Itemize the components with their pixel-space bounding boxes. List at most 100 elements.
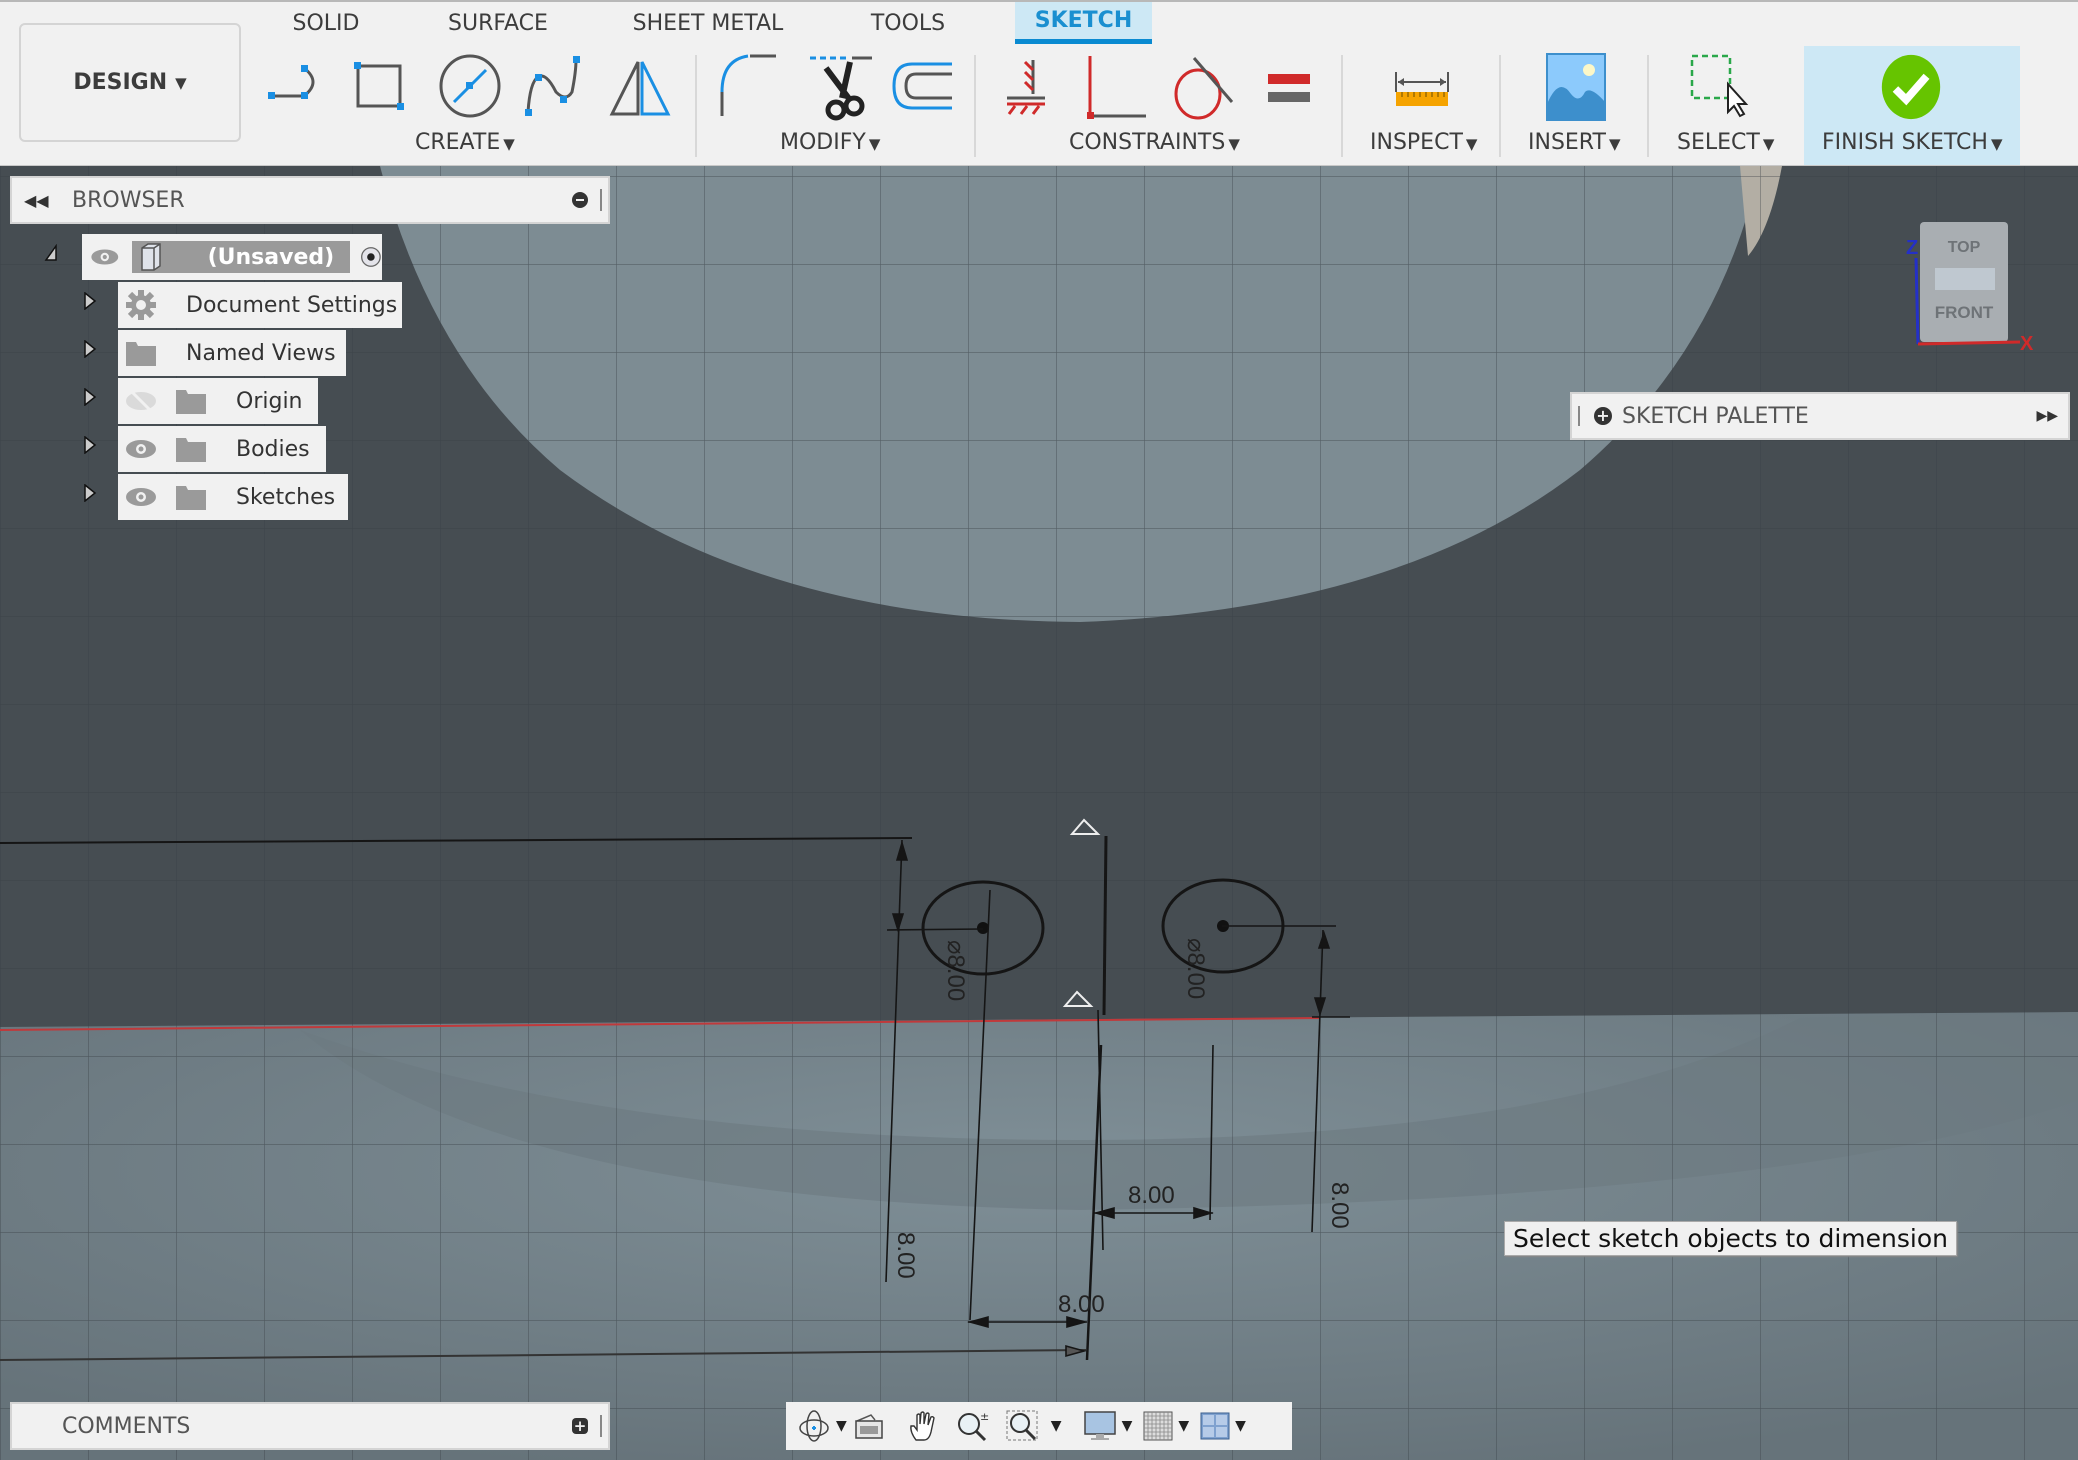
- viewcube[interactable]: TOP FRONT Z X: [1900, 218, 2040, 358]
- tab-solid[interactable]: SOLID: [274, 2, 378, 44]
- eye-icon[interactable]: [88, 245, 122, 269]
- trim-tool[interactable]: [806, 52, 878, 124]
- select-tool[interactable]: [1686, 52, 1758, 124]
- spline-tool[interactable]: [520, 52, 592, 124]
- orbit-icon: [799, 1410, 829, 1442]
- equal-constraint-tool[interactable]: [1254, 52, 1326, 124]
- browser-item-sketches[interactable]: Sketches: [118, 474, 348, 520]
- modify-menu[interactable]: MODIFY ▼: [780, 130, 880, 155]
- constraints-menu[interactable]: CONSTRAINTS ▼: [1069, 130, 1240, 155]
- inspect-menu[interactable]: INSPECT ▼: [1370, 130, 1477, 155]
- sketch-line-center[interactable]: [1102, 835, 1108, 1016]
- sketch-palette-header[interactable]: + SKETCH PALETTE ▶▶: [1570, 392, 2070, 440]
- root-label: (Unsaved): [207, 244, 335, 270]
- ruler-icon: [1395, 72, 1449, 106]
- chevron-down-icon: ▼: [175, 73, 187, 92]
- perpendicular-constraint-tool[interactable]: [1080, 52, 1152, 124]
- root-component[interactable]: (Unsaved): [131, 241, 351, 273]
- eye-icon[interactable]: [124, 484, 158, 510]
- select-menu[interactable]: SELECT ▼: [1677, 130, 1774, 155]
- panel-resize-handle[interactable]: [600, 189, 602, 211]
- separator: [1499, 55, 1501, 157]
- dimension-diameter-left[interactable]: ⌀8.00: [942, 940, 969, 1001]
- mirror-tool[interactable]: [606, 52, 678, 124]
- grid-settings-button[interactable]: [1142, 1406, 1174, 1446]
- insert-menu[interactable]: INSERT ▼: [1528, 130, 1620, 155]
- finish-sketch-button[interactable]: FINISH SKETCH ▼: [1804, 46, 2020, 165]
- browser-title: BROWSER: [72, 187, 185, 213]
- browser-item-named-views[interactable]: Named Views: [118, 330, 346, 376]
- browser-item-origin[interactable]: Origin: [118, 378, 318, 424]
- offset-tool[interactable]: [886, 52, 958, 124]
- expand-plus-icon[interactable]: +: [1594, 407, 1612, 425]
- browser-item-document-settings[interactable]: Document Settings: [118, 282, 402, 328]
- dimension-vertical-right[interactable]: 8.00: [1326, 1182, 1353, 1229]
- select-label: SELECT: [1677, 130, 1760, 155]
- pan-button[interactable]: [905, 1406, 941, 1446]
- orbit-button[interactable]: [796, 1406, 832, 1446]
- zoom-window-icon: [1006, 1410, 1038, 1441]
- browser-root-item[interactable]: (Unsaved): [82, 234, 382, 280]
- zoom-icon: ±: [957, 1410, 989, 1442]
- separator: [1647, 55, 1649, 157]
- rectangle-tool[interactable]: [348, 52, 420, 124]
- display-dropdown[interactable]: ▼: [1122, 1418, 1133, 1434]
- zoom-button[interactable]: ±: [955, 1406, 991, 1446]
- workspace-label: DESIGN: [73, 70, 168, 95]
- viewports-button[interactable]: [1199, 1406, 1231, 1446]
- orbit-dropdown[interactable]: ▼: [836, 1418, 847, 1434]
- look-at-button[interactable]: [851, 1406, 887, 1446]
- comments-panel-header[interactable]: COMMENTS +: [10, 1402, 610, 1450]
- workspace-switcher[interactable]: DESIGN ▼: [19, 23, 241, 142]
- tab-sheet-metal[interactable]: SHEET METAL: [626, 2, 790, 44]
- viewcube-front-label[interactable]: FRONT: [1935, 303, 1994, 322]
- insert-image-tool[interactable]: [1539, 52, 1611, 124]
- navigation-bar: ▼ ± ▼ ▼ ▼ ▼: [786, 1402, 1292, 1450]
- viewports-icon: [1200, 1412, 1230, 1440]
- line-tool[interactable]: [264, 52, 336, 124]
- zoom-window-button[interactable]: [1005, 1406, 1041, 1446]
- pin-icon[interactable]: [572, 192, 588, 208]
- item-label: Document Settings: [186, 292, 398, 318]
- look-at-icon: [855, 1414, 883, 1439]
- tab-surface[interactable]: SURFACE: [438, 2, 558, 44]
- panel-resize-handle[interactable]: [600, 1415, 602, 1437]
- activate-radio-icon[interactable]: [360, 244, 382, 270]
- separator: [974, 55, 976, 157]
- fix-constraint-tool[interactable]: [995, 52, 1067, 124]
- grid-dropdown[interactable]: ▼: [1178, 1418, 1189, 1434]
- fillet-tool[interactable]: [712, 52, 784, 124]
- add-comment-icon[interactable]: +: [572, 1418, 588, 1434]
- collapse-panel-icon[interactable]: ◀◀: [24, 191, 54, 210]
- dimension-horizontal-lower[interactable]: 8.00: [1058, 1291, 1105, 1318]
- panel-resize-handle[interactable]: [1578, 406, 1580, 426]
- browser-item-bodies[interactable]: Bodies: [118, 426, 326, 472]
- display-settings-button[interactable]: [1082, 1406, 1118, 1446]
- folder-icon: [176, 390, 206, 414]
- expand-triangle-icon[interactable]: [83, 388, 97, 406]
- viewports-dropdown[interactable]: ▼: [1235, 1418, 1246, 1434]
- expand-triangle-icon[interactable]: [83, 340, 97, 358]
- viewcube-top-label[interactable]: TOP: [1948, 239, 1981, 256]
- expand-panel-icon[interactable]: ▶▶: [2036, 408, 2058, 424]
- zoom-dropdown[interactable]: ▼: [1051, 1418, 1062, 1434]
- fillet-icon: [720, 54, 776, 116]
- circle-tool[interactable]: [434, 52, 506, 124]
- measure-tool[interactable]: [1386, 52, 1458, 124]
- eye-hidden-icon[interactable]: [124, 388, 158, 414]
- create-menu[interactable]: CREATE ▼: [415, 130, 515, 155]
- eye-icon[interactable]: [124, 436, 158, 462]
- tab-sketch[interactable]: SKETCH: [1015, 2, 1152, 44]
- hand-icon: [909, 1411, 935, 1441]
- expand-triangle-icon[interactable]: [83, 292, 97, 310]
- finish-sketch-label: FINISH SKETCH ▼: [1822, 130, 2002, 155]
- circle-center-point[interactable]: [977, 922, 989, 934]
- tab-tools[interactable]: TOOLS: [860, 2, 956, 44]
- dimension-vertical-left[interactable]: 8.00: [892, 1232, 919, 1279]
- tangent-constraint-tool[interactable]: [1168, 52, 1240, 124]
- dimension-diameter-right[interactable]: ⌀8.00: [1182, 938, 1209, 999]
- expand-triangle-icon[interactable]: [83, 436, 97, 454]
- dimension-horizontal-upper[interactable]: 8.00: [1128, 1182, 1175, 1209]
- expand-triangle-icon[interactable]: [83, 484, 97, 502]
- collapse-triangle-icon[interactable]: [44, 244, 58, 262]
